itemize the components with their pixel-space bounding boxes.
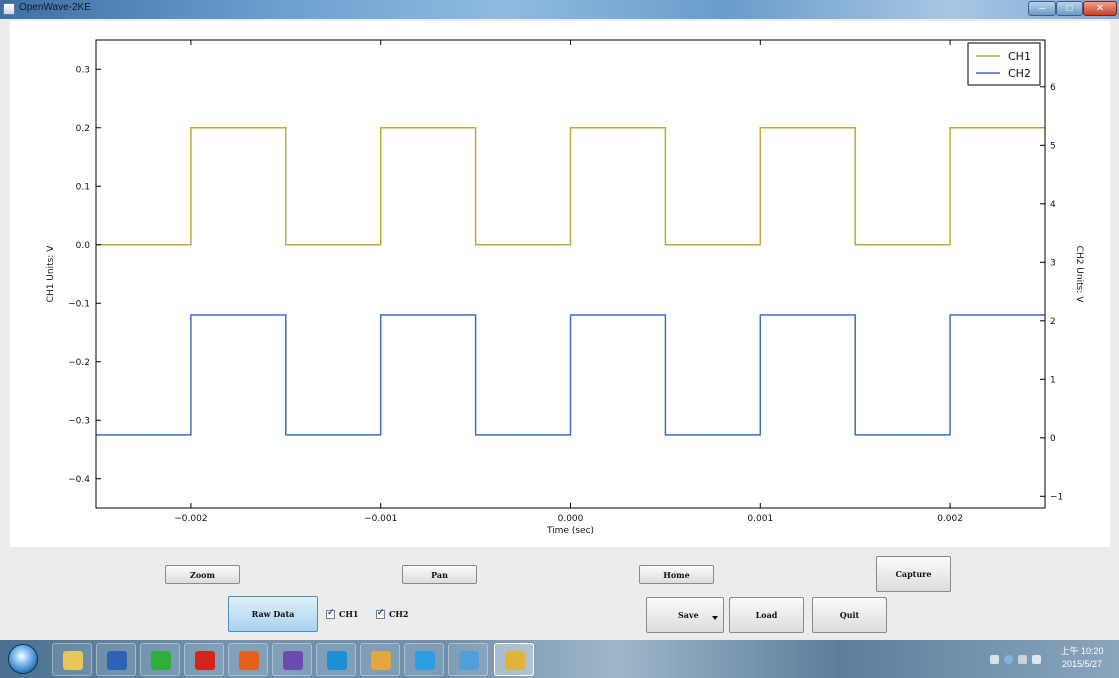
y-axis-label-right: CH2 Units: V — [1074, 246, 1084, 304]
system-tray — [986, 646, 1046, 670]
taskbar-item-media-player[interactable] — [228, 643, 268, 676]
keyboard-icon[interactable] — [990, 655, 999, 664]
chevron-down-icon[interactable] — [712, 616, 718, 620]
waveform-chart: −0.002 −0.001 0.000 0.001 0.002−0.4−0.3−0.2−… — [46, 39, 1084, 536]
x-tick-label: 0.000 — [558, 514, 584, 524]
load-button[interactable]: Load — [729, 597, 804, 633]
close-button[interactable]: ✕ — [1083, 1, 1117, 16]
y-axis-label-left: CH1 Units: V — [46, 245, 56, 303]
maximize-button[interactable]: □ — [1056, 1, 1083, 16]
taskbar-item-graduation[interactable] — [360, 643, 400, 676]
graduation-icon — [371, 651, 391, 670]
legend-label-ch2: CH2 — [1008, 67, 1031, 80]
series-line-ch2 — [96, 314, 1045, 436]
messenger-icon — [283, 651, 303, 670]
taskbar-item-opera[interactable] — [184, 643, 224, 676]
ch2-checkbox-box[interactable] — [376, 608, 385, 619]
y-right-tick-label: −1 — [1050, 492, 1063, 502]
quit-button[interactable]: Quit — [812, 597, 887, 633]
y-right-tick-label: 5 — [1050, 141, 1056, 151]
taskbar-item-word[interactable] — [96, 643, 136, 676]
ch1-checkbox[interactable]: CH1 — [326, 608, 359, 619]
y-right-tick-label: 4 — [1050, 200, 1056, 210]
ch1-checkbox-label: CH1 — [339, 609, 359, 619]
x-tick-label: 0.001 — [747, 514, 773, 524]
home-button[interactable]: Home — [639, 565, 714, 584]
save-button-label: Save — [678, 610, 699, 620]
y-right-tick-label: 0 — [1050, 434, 1056, 444]
x-tick-label: 0.002 — [937, 514, 963, 524]
network-icon[interactable] — [1004, 655, 1013, 664]
pan-button[interactable]: Pan — [402, 565, 477, 584]
y-right-tick-label: 6 — [1050, 83, 1056, 93]
title-bar[interactable]: OpenWave-2KE – □ ✕ — [0, 0, 1119, 19]
flag-icon[interactable] — [1018, 655, 1027, 664]
taskbar-item-messenger[interactable] — [272, 643, 312, 676]
x-axis-label: Time (sec) — [546, 526, 594, 536]
minimize-button[interactable]: – — [1028, 1, 1056, 16]
ch2-checkbox[interactable]: CH2 — [376, 608, 409, 619]
capture-button[interactable]: Capture — [876, 556, 951, 592]
taskbar: 上午 10:20 2015/5/27 — [0, 640, 1119, 678]
y-right-tick-label: 1 — [1050, 375, 1056, 385]
save-button[interactable]: Save — [646, 597, 724, 633]
y-left-tick-label: 0.3 — [76, 65, 90, 75]
taskbar-item-wechat[interactable] — [140, 643, 180, 676]
y-left-tick-label: −0.1 — [68, 299, 90, 309]
y-right-tick-label: 3 — [1050, 258, 1056, 268]
series-line-ch1 — [96, 127, 1045, 246]
wechat-icon — [151, 651, 171, 670]
legend-label-ch1: CH1 — [1008, 50, 1031, 63]
taskbar-item-photo-viewer[interactable] — [448, 643, 488, 676]
taskbar-item-skype[interactable] — [316, 643, 356, 676]
media-player-icon — [239, 651, 259, 670]
y-left-tick-label: 0.1 — [76, 182, 90, 192]
ch2-checkbox-label: CH2 — [389, 609, 409, 619]
plot-frame — [95, 39, 1046, 509]
tray-clock[interactable]: 上午 10:20 2015/5/27 — [1047, 645, 1117, 671]
y-left-tick-label: 0.0 — [76, 241, 91, 251]
zoom-button[interactable]: Zoom — [165, 565, 240, 584]
openwave-icon — [505, 651, 525, 670]
window-title: OpenWave-2KE — [19, 2, 91, 13]
plot-canvas[interactable]: −0.002 −0.001 0.000 0.001 0.002 −0.4 −0.3 −0.2−… — [10, 21, 1110, 547]
photo-viewer-icon — [459, 651, 479, 670]
skype-icon — [327, 651, 347, 670]
y-left-tick-label: −0.3 — [68, 416, 90, 426]
taskbar-item-internet-explorer[interactable] — [404, 643, 444, 676]
taskbar-item-file-explorer[interactable] — [52, 643, 92, 676]
x-tick-label: −0.002 — [174, 514, 207, 524]
word-icon — [107, 651, 127, 670]
internet-explorer-icon — [415, 651, 435, 670]
raw-data-button[interactable]: Raw Data — [228, 596, 318, 632]
y-left-tick-label: 0.2 — [76, 124, 90, 134]
y-right-tick-label: 2 — [1050, 317, 1056, 327]
app-icon — [3, 3, 15, 15]
clock-date: 2015/5/27 — [1061, 659, 1103, 669]
start-button[interactable] — [8, 644, 38, 674]
y-left-tick-label: −0.2 — [68, 358, 90, 368]
volume-icon[interactable] — [1032, 655, 1041, 664]
x-tick-label: −0.001 — [364, 514, 397, 524]
taskbar-item-openwave[interactable] — [494, 643, 534, 676]
folder-icon — [63, 651, 83, 670]
ch1-checkbox-box[interactable] — [326, 608, 335, 619]
clock-time: 上午 10:20 — [1060, 646, 1104, 656]
y-left-tick-label: −0.4 — [68, 475, 90, 485]
opera-icon — [195, 651, 215, 670]
